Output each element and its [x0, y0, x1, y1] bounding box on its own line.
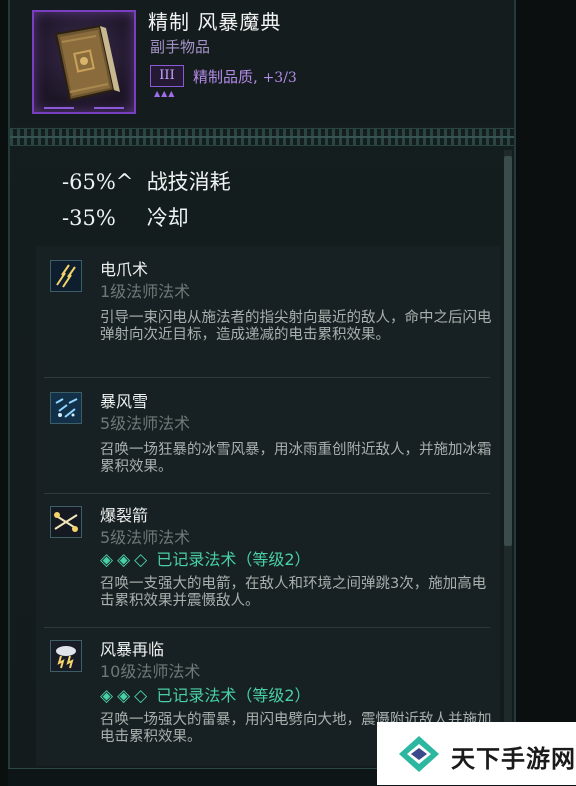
recorded-diamonds-icon: ◈◈◇	[100, 550, 152, 570]
recorded-spell-text: 已记录法术（等级2）	[156, 686, 311, 705]
quality-label: 精制品质,	[193, 68, 258, 86]
skill-description: 引导一束闪电从施法者的指尖射向最近的敌人，命中之后闪电弹射向次近目标，造成递减的…	[100, 310, 492, 343]
skill-divider	[44, 377, 490, 378]
recorded-spell-line: ◈◈◇ 已记录法术（等级2）	[100, 682, 311, 706]
skill-entry[interactable]: 暴风雪 5级法师法术 召唤一场狂暴的冰雪风暴，用冰雨重创附近敌人，并施加冰霜累积…	[44, 388, 492, 488]
stat-label: 冷却	[146, 206, 189, 230]
skill-description: 召唤一支强大的电箭，在敌人和环境之间弹跳3次，施加高电击累积效果并震慑敌人。	[100, 576, 487, 609]
skill-level: 10级法师法术	[100, 662, 201, 681]
site-logo-icon	[399, 736, 439, 772]
watermark-text: 天下手游网	[451, 745, 576, 773]
stat-row: -35% 冷却	[62, 202, 189, 232]
skill-divider	[44, 627, 490, 628]
item-name: 精制 风暴魔典	[148, 10, 282, 34]
storm-cloud-icon	[50, 640, 82, 672]
header-divider	[10, 128, 514, 146]
recorded-spell-line: ◈◈◇ 已记录法术（等级2）	[100, 546, 311, 570]
stat-value: -35%	[62, 206, 116, 230]
skill-level: 1级法师法术	[100, 282, 191, 301]
background-right	[516, 0, 576, 785]
stat-label: 战技消耗	[146, 170, 231, 194]
bursting-arrow-icon	[50, 506, 82, 538]
skill-name: 爆裂箭	[100, 506, 149, 525]
skill-name: 暴风雪	[100, 392, 149, 411]
item-tooltip-panel: 精制 风暴魔典 副手物品 III ▲▲▲ 精制品质, +3/3 -65%^ 战技…	[8, 0, 516, 785]
site-watermark: 天下手游网	[377, 722, 576, 785]
stat-value: -65%^	[62, 170, 134, 194]
scrollbar-thumb[interactable]	[504, 156, 512, 546]
skill-entry[interactable]: 电爪术 1级法师法术 引导一束闪电从施法者的指尖射向最近的敌人，命中之后闪电弹射…	[44, 256, 492, 376]
stat-row: -65%^ 战技消耗	[62, 166, 231, 196]
recorded-diamonds-icon: ◈◈◇	[100, 686, 152, 706]
lightning-claw-icon	[50, 260, 82, 292]
skill-name: 电爪术	[100, 260, 149, 279]
skill-level: 5级法师法术	[100, 528, 191, 547]
skill-name: 风暴再临	[100, 640, 165, 659]
grimoire-icon	[44, 24, 124, 109]
blizzard-icon	[50, 392, 82, 424]
item-type: 副手物品	[150, 38, 211, 56]
skill-divider	[44, 493, 490, 494]
quality-value: +3/3	[262, 70, 297, 86]
quality-tier-badge: III	[150, 65, 184, 87]
recorded-spell-text: 已记录法术（等级2）	[156, 550, 311, 569]
item-header: 精制 风暴魔典 副手物品 III ▲▲▲ 精制品质, +3/3	[10, 0, 514, 126]
skill-level: 5级法师法术	[100, 414, 191, 433]
skill-description: 召唤一场狂暴的冰雪风暴，用冰雨重创附近敌人，并施加冰霜累积效果。	[100, 442, 492, 475]
skill-entry[interactable]: 爆裂箭 5级法师法术 ◈◈◇ 已记录法术（等级2） 召唤一支强大的电箭，在敌人和…	[44, 502, 486, 622]
quality-dots-icon: ▲▲▲	[154, 89, 176, 98]
quality-text: 精制品质, +3/3	[193, 66, 297, 87]
item-icon-frame	[32, 10, 136, 114]
